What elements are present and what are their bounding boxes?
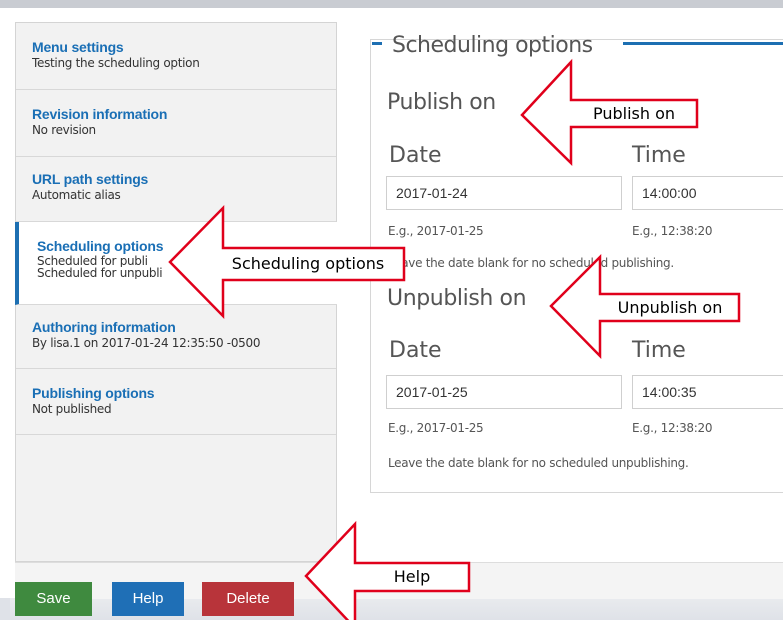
unpublish-time-field[interactable] — [632, 375, 783, 409]
publish-help-text: Leave the date blank for no scheduled pu… — [388, 256, 674, 270]
publish-date-hint: E.g., 2017-01-25 — [388, 224, 484, 238]
help-button[interactable]: Help — [112, 582, 184, 616]
sidebar-item-title: Menu settings — [32, 39, 124, 55]
sidebar-item-title: Revision information — [32, 106, 168, 122]
unpublish-date-label: Date — [389, 338, 442, 363]
sidebar-item-revision-information[interactable]: Revision information No revision — [16, 90, 336, 157]
unpublish-on-heading: Unpublish on — [387, 286, 527, 311]
fieldset-legend: Scheduling options — [392, 33, 593, 58]
sidebar-item-title: Publishing options — [32, 385, 155, 401]
vertical-tabs-sidebar: Menu settings Testing the scheduling opt… — [15, 22, 337, 562]
sidebar-item-summary: No revision — [32, 123, 96, 137]
legend-rule — [372, 42, 382, 45]
publish-on-heading: Publish on — [387, 90, 496, 115]
sidebar-item-authoring-information[interactable]: Authoring information By lisa.1 on 2017-… — [16, 305, 336, 369]
publish-date-label: Date — [389, 143, 442, 168]
publish-time-hint: E.g., 12:38:20 — [632, 224, 713, 238]
sidebar-item-summary: Not published — [32, 402, 112, 416]
save-button[interactable]: Save — [15, 582, 92, 616]
scheduling-options-callout: Scheduling options — [231, 254, 385, 273]
publish-time-field[interactable] — [632, 176, 783, 210]
sidebar-item-summary: By lisa.1 on 2017-01-24 12:35:50 -0500 — [32, 336, 261, 350]
unpublish-help-text: Leave the date blank for no scheduled un… — [388, 456, 689, 470]
sidebar-item-url-path-settings[interactable]: URL path settings Automatic alias — [16, 157, 336, 222]
sidebar-item-menu-settings[interactable]: Menu settings Testing the scheduling opt… — [16, 23, 336, 90]
unpublish-date-field[interactable] — [386, 375, 622, 409]
unpublish-time-hint: E.g., 12:38:20 — [632, 421, 713, 435]
unpublish-on-callout: Unpublish on — [617, 298, 723, 317]
delete-button[interactable]: Delete — [202, 582, 294, 616]
sidebar-item-publishing-options[interactable]: Publishing options Not published — [16, 369, 336, 435]
publish-time-label: Time — [632, 143, 686, 168]
legend-rule — [623, 42, 783, 45]
sidebar-item-summary: Testing the scheduling option — [32, 56, 200, 70]
unpublish-time-label: Time — [632, 338, 686, 363]
help-callout: Help — [393, 567, 431, 586]
sidebar-item-summary: Automatic alias — [32, 188, 121, 202]
publish-on-callout: Publish on — [592, 104, 676, 123]
publish-date-field[interactable] — [386, 176, 622, 210]
sidebar-item-title: URL path settings — [32, 171, 149, 187]
unpublish-date-hint: E.g., 2017-01-25 — [388, 421, 484, 435]
sidebar-item-title: Authoring information — [32, 319, 176, 335]
